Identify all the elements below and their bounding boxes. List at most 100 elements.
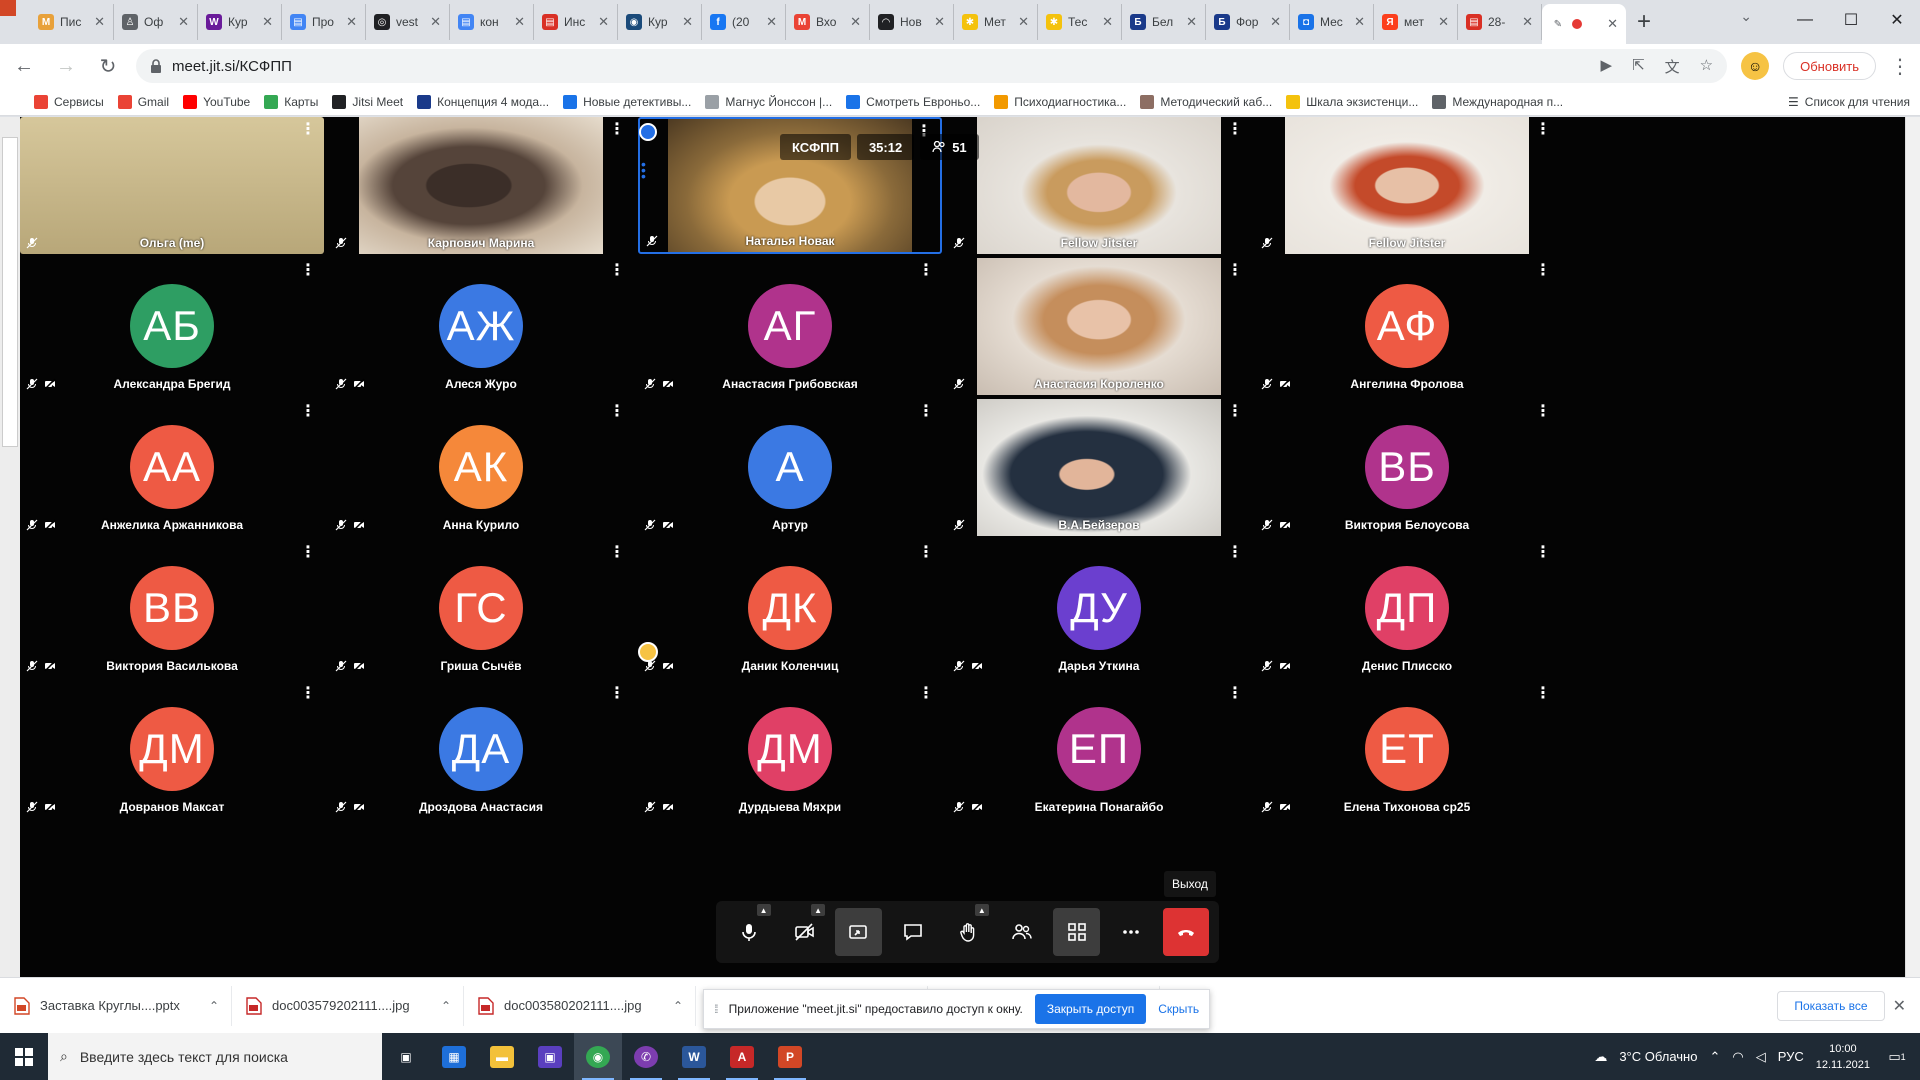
browser-tab[interactable]: ◎ vest ✕	[366, 4, 450, 40]
browser-tab[interactable]: ◉ Кур ✕	[618, 4, 702, 40]
word-app-icon[interactable]: W	[670, 1033, 718, 1080]
participant-tile[interactable]: ⋮ Fellow Jitster	[1255, 117, 1559, 254]
tab-close-icon[interactable]: ✕	[262, 14, 273, 30]
chevron-up-icon[interactable]: ⌃	[441, 999, 451, 1013]
tile-menu-icon[interactable]: ⋮	[609, 404, 625, 420]
participants-button[interactable]	[999, 908, 1046, 956]
tile-menu-icon[interactable]: ⋮	[609, 263, 625, 279]
tile-menu-icon[interactable]: ⋮	[609, 545, 625, 561]
bookmark-item[interactable]: Шкала экзистенци...	[1286, 94, 1418, 109]
bookmark-item[interactable]: Психодиагностика...	[994, 94, 1126, 109]
participant-tile[interactable]: АК ⋮ Анна Курило	[329, 399, 633, 536]
tab-close-icon[interactable]: ✕	[1018, 14, 1029, 30]
chevron-up-icon[interactable]: ▲	[756, 904, 771, 916]
powerpoint-app-icon[interactable]: P	[766, 1033, 814, 1080]
tile-menu-icon[interactable]: ⋮	[918, 404, 934, 420]
reading-list[interactable]: ☰ Список для чтения	[1788, 95, 1910, 109]
maximize-button[interactable]: ☐	[1828, 0, 1874, 40]
camera-button[interactable]: ▲	[781, 904, 828, 956]
taskbar-search[interactable]: ⌕ Введите здесь текст для поиска	[48, 1033, 382, 1080]
bookmark-item[interactable]: Смотреть Евроньо...	[846, 94, 980, 109]
translate-icon[interactable]: 文	[1665, 56, 1680, 77]
participant-tile[interactable]: ДУ ⋮ Дарья Уткина	[947, 540, 1251, 677]
bookmark-item[interactable]: Международная п...	[1432, 94, 1563, 109]
bookmark-item[interactable]: Новые детективы...	[563, 94, 691, 109]
bookmark-item[interactable]: Jitsi Meet	[332, 94, 403, 109]
browser-tab[interactable]: ◠ Нов ✕	[870, 4, 954, 40]
tile-menu-icon[interactable]: ⋮	[1227, 686, 1243, 702]
chevron-up-icon[interactable]: ▲	[974, 904, 989, 916]
browser-tab[interactable]: ▤ Инс ✕	[534, 4, 618, 40]
tab-search-icon[interactable]: ⌄	[1740, 8, 1752, 25]
participant-tile[interactable]: ВВ ⋮ Виктория Василькова	[20, 540, 324, 677]
participant-tile[interactable]: АБ ⋮ Александра Брегид	[20, 258, 324, 395]
browser-tab[interactable]: Б Фор ✕	[1206, 4, 1290, 40]
tab-close-icon[interactable]: ✕	[514, 14, 525, 30]
raise-hand-button[interactable]: ▲	[944, 904, 991, 956]
download-item[interactable]: doc003580202111....jpg ⌃	[464, 985, 696, 1026]
tab-close-icon[interactable]: ✕	[430, 14, 441, 30]
participant-tile[interactable]: АА ⋮ Анжелика Аржанникова	[20, 399, 324, 536]
chevron-up-icon[interactable]: ▲	[811, 904, 826, 916]
browser-tab[interactable]: ✱ Тес ✕	[1038, 4, 1122, 40]
tile-menu-icon[interactable]: ⋮	[1535, 263, 1551, 279]
task-view-button[interactable]: ▣	[382, 1033, 430, 1080]
language-indicator[interactable]: РУС	[1778, 1049, 1804, 1064]
participant-tile[interactable]: ⋮ Fellow Jitster	[947, 117, 1251, 254]
browser-tab[interactable]: ◘ Мес ✕	[1290, 4, 1374, 40]
save-app-icon[interactable]: ▣	[526, 1033, 574, 1080]
back-button[interactable]: ←	[10, 52, 38, 80]
participant-tile[interactable]: АГ ⋮ Анастасия Грибовская	[638, 258, 942, 395]
browser-tab[interactable]: ♙ Оф ✕	[114, 4, 198, 40]
tab-close-icon[interactable]: ✕	[682, 14, 693, 30]
chevron-up-icon[interactable]: ⌃	[209, 999, 219, 1013]
tab-close-icon[interactable]: ✕	[766, 14, 777, 30]
tab-close-icon[interactable]: ✕	[1102, 14, 1113, 30]
tile-menu-icon[interactable]: ⋮	[918, 263, 934, 279]
share-page-icon[interactable]: ⇱	[1632, 56, 1645, 77]
address-bar[interactable]: meet.jit.si/КСФПП ▶ ⇱ 文 ☆	[136, 49, 1728, 83]
drag-handle-icon[interactable]: ⁞⁞	[714, 1002, 718, 1016]
viber-app-icon[interactable]: ✆	[622, 1033, 670, 1080]
microphone-button[interactable]: ▲	[726, 904, 773, 956]
browser-tab[interactable]: M Вхо ✕	[786, 4, 870, 40]
bookmark-item[interactable]: Методический каб...	[1140, 94, 1272, 109]
browser-tab[interactable]: f (20 ✕	[702, 4, 786, 40]
wifi-icon[interactable]: ◠	[1732, 1049, 1743, 1065]
participant-tile[interactable]: ⋮ В.А.Бейзеров	[947, 399, 1251, 536]
browser-tab[interactable]: ▤ кон ✕	[450, 4, 534, 40]
tile-menu-icon[interactable]: ⋮	[300, 263, 316, 279]
tile-menu-icon[interactable]: ⋮	[300, 686, 316, 702]
browser-tab[interactable]: Б Бел ✕	[1122, 4, 1206, 40]
tile-menu-icon[interactable]: ⋮	[1535, 404, 1551, 420]
hangup-button[interactable]	[1162, 908, 1210, 956]
update-button[interactable]: Обновить	[1783, 52, 1876, 80]
volume-icon[interactable]: ◁	[1756, 1049, 1766, 1065]
reload-button[interactable]: ↻	[94, 52, 122, 80]
close-window-button[interactable]: ✕	[1874, 0, 1920, 40]
tab-close-icon[interactable]: ✕	[94, 14, 105, 30]
tab-close-icon[interactable]: ✕	[850, 14, 861, 30]
bookmark-item[interactable]: Сервисы	[34, 94, 104, 109]
tab-close-icon[interactable]: ✕	[178, 14, 189, 30]
profile-avatar[interactable]: ☺	[1741, 52, 1770, 80]
tile-menu-icon[interactable]: ⋮	[609, 686, 625, 702]
clock[interactable]: 10:00 12.11.2021	[1816, 1041, 1870, 1073]
bookmark-item[interactable]: Gmail	[117, 94, 169, 109]
tab-close-icon[interactable]: ✕	[1607, 16, 1618, 32]
participant-count-badge[interactable]: 51	[920, 134, 979, 160]
participant-tile[interactable]: ДМ ⋮ Довранов Максат	[20, 681, 324, 818]
stop-sharing-button[interactable]: Закрыть доступ	[1034, 994, 1147, 1024]
bookmark-item[interactable]: Карты	[264, 94, 318, 109]
participant-tile[interactable]: АФ ⋮ Ангелина Фролова	[1255, 258, 1559, 395]
tab-close-icon[interactable]: ✕	[1270, 14, 1281, 30]
tab-close-icon[interactable]: ✕	[346, 14, 357, 30]
participant-tile[interactable]: ⋮ Карпович Марина	[329, 117, 633, 254]
participant-tile[interactable]: ⋮ Анастасия Короленко	[947, 258, 1251, 395]
notification-center-icon[interactable]: ▭ 1	[1882, 1049, 1912, 1065]
tab-close-icon[interactable]: ✕	[1438, 14, 1449, 30]
browser-tab[interactable]: ✱ Мет ✕	[954, 4, 1038, 40]
participant-tile[interactable]: ЕТ ⋮ Елена Тихонова ср25	[1255, 681, 1559, 818]
tile-menu-icon[interactable]: ⋮	[1227, 263, 1243, 279]
hide-notice-button[interactable]: Скрыть	[1158, 1002, 1199, 1016]
